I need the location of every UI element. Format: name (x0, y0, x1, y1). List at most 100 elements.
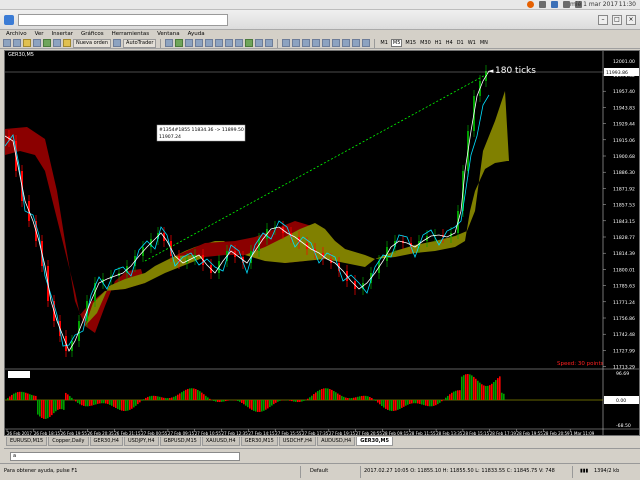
templates-icon[interactable] (265, 39, 274, 47)
crosshair-icon[interactable] (292, 39, 301, 47)
histogram-bar (479, 382, 481, 400)
data-window-icon[interactable] (33, 39, 41, 47)
timeframe-mn[interactable]: MN (479, 40, 489, 46)
close-icon[interactable]: × (626, 15, 636, 25)
minimize-icon[interactable]: – (598, 15, 608, 25)
histogram-bar (37, 400, 39, 415)
line-chart-icon[interactable] (185, 39, 194, 47)
terminal-icon[interactable] (53, 39, 61, 47)
tooltip-line1: #1354#1855 11834.36 -> 11899.50 (159, 127, 244, 133)
timeframe-m15[interactable]: M15 (404, 40, 417, 46)
histogram-bar (227, 400, 229, 401)
trendline-icon[interactable] (322, 39, 331, 47)
cursor-icon[interactable] (282, 39, 291, 47)
chart-tab[interactable]: GER30,M15 (240, 437, 278, 446)
price-chart[interactable]: #1354#1855 11834.36 -> 11899.50 11907.24… (5, 51, 639, 435)
chart-tab[interactable]: Copper,Daily (48, 437, 89, 446)
firefox-icon[interactable] (527, 1, 534, 8)
histogram-bar (473, 376, 475, 400)
chart-tab[interactable]: USDCHF,H4 (278, 437, 317, 446)
histogram-bar (501, 392, 503, 400)
tile-windows-icon[interactable] (215, 39, 224, 47)
metaeditor-icon[interactable] (113, 39, 122, 47)
histogram-bar (153, 395, 155, 400)
timeframe-h4[interactable]: H4 (445, 40, 454, 46)
zoom-in-icon[interactable] (195, 39, 204, 47)
histogram-bar (129, 400, 131, 410)
indicators-icon[interactable] (245, 39, 254, 47)
timeframe-h1[interactable]: H1 (434, 40, 443, 46)
histogram-bar (65, 392, 67, 400)
histogram-bar (415, 400, 417, 404)
histogram-bar (419, 400, 421, 404)
system-clock[interactable]: 11:30 (619, 1, 636, 8)
chart-window[interactable]: #1354#1855 11834.36 -> 11899.50 11907.24… (4, 50, 640, 436)
fibonacci-icon[interactable] (342, 39, 351, 47)
status-bar-info: 2017.02.27 10:05 O: 11855.10 H: 11855.50… (364, 468, 555, 474)
wifi-icon[interactable] (539, 1, 546, 8)
timeframe-w1[interactable]: W1 (467, 40, 477, 46)
histogram-bar (449, 394, 451, 400)
chart-tab[interactable]: USDJPY,H4 (123, 437, 159, 446)
chart-tab[interactable]: EURUSD,M15 (6, 437, 48, 446)
histogram-bar (385, 400, 387, 409)
price-tick-label: 11814.39 (613, 251, 635, 257)
histogram-bar (151, 395, 153, 400)
histogram-bar (215, 400, 217, 402)
candlestick-icon[interactable] (175, 39, 184, 47)
menu-archivo[interactable]: Archivo (6, 31, 27, 37)
menu-ayuda[interactable]: Ayuda (188, 31, 205, 37)
toolbar-separator (374, 38, 376, 48)
histogram-bar (323, 388, 325, 400)
title-field[interactable] (18, 14, 228, 26)
histogram-bar (459, 390, 461, 400)
navigator-icon[interactable] (43, 39, 51, 47)
timeframe-m5[interactable]: M5 (390, 39, 403, 47)
indicator-label-box (8, 371, 30, 378)
bluetooth-icon[interactable] (551, 1, 558, 8)
histogram-bar (421, 400, 423, 405)
histogram-bar (47, 400, 49, 419)
market-watch-icon[interactable] (23, 39, 31, 47)
chart-tab[interactable]: GER30,M5 (356, 437, 393, 446)
channel-icon[interactable] (332, 39, 341, 47)
histogram-bar (381, 400, 383, 406)
chart-shift-icon[interactable] (235, 39, 244, 47)
menu-graficos[interactable]: Gráficos (81, 31, 104, 37)
histogram-bar (303, 400, 305, 401)
histogram-bar (117, 400, 119, 410)
menu-herramientas[interactable]: Herramientas (112, 31, 149, 37)
chart-tab[interactable]: XAUUSD,H4 (201, 437, 240, 446)
histogram-bar (83, 400, 85, 406)
horizontal-line-icon[interactable] (312, 39, 321, 47)
chart-tab[interactable]: AUDUSD,H4 (317, 437, 356, 446)
arrows-icon[interactable] (362, 39, 371, 47)
volume-icon[interactable] (563, 1, 570, 8)
chart-tab[interactable]: GER30,H4 (89, 437, 123, 446)
histogram-bar (163, 397, 165, 400)
new-chart-icon[interactable] (3, 39, 11, 47)
menu-ver[interactable]: Ver (35, 31, 44, 37)
strategy-tester-icon[interactable] (63, 39, 71, 47)
command-input[interactable]: a (10, 452, 240, 461)
zoom-out-icon[interactable] (205, 39, 214, 47)
histogram-bar (291, 400, 293, 402)
timeframe-m1[interactable]: M1 (379, 40, 389, 46)
vertical-line-icon[interactable] (302, 39, 311, 47)
app-icon (4, 15, 14, 25)
autoscroll-icon[interactable] (225, 39, 234, 47)
window-titlebar: – □ × (0, 10, 640, 30)
periods-icon[interactable] (255, 39, 264, 47)
menu-ventana[interactable]: Ventana (157, 31, 180, 37)
timeframe-d1[interactable]: D1 (456, 40, 465, 46)
chart-tab[interactable]: GBPUSD,M15 (159, 437, 201, 446)
histogram-bar (7, 398, 9, 400)
text-tool-icon[interactable] (352, 39, 361, 47)
autotrader-button[interactable]: AutoTrader (123, 38, 157, 48)
menu-insertar[interactable]: Insertar (52, 31, 73, 37)
maximize-icon[interactable]: □ (612, 15, 622, 25)
new-order-button[interactable]: Nueva orden (73, 38, 112, 48)
profiles-icon[interactable] (13, 39, 21, 47)
timeframe-m30[interactable]: M30 (419, 40, 432, 46)
bar-chart-icon[interactable] (165, 39, 174, 47)
